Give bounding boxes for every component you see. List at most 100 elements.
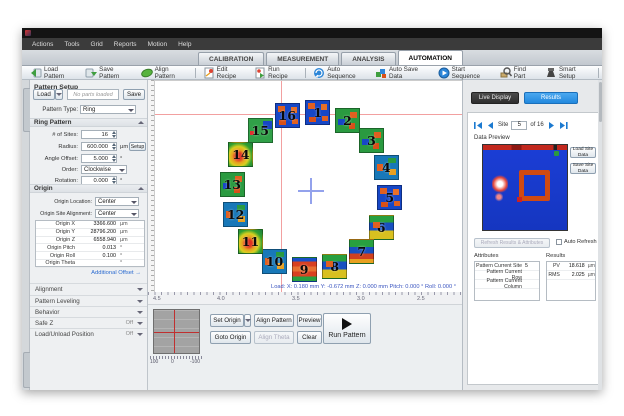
menu-item-actions[interactable]: Actions bbox=[32, 41, 53, 48]
field-label: Origin Site Alignment: bbox=[30, 211, 92, 217]
last-site-icon[interactable] bbox=[559, 121, 568, 130]
previous-site-icon[interactable] bbox=[486, 121, 495, 130]
setup-button[interactable]: Setup bbox=[129, 142, 146, 151]
additional-offset-link[interactable]: Additional Offset → bbox=[91, 270, 141, 276]
save-pattern-button[interactable]: Save Pattern bbox=[81, 65, 136, 81]
loaded-file-field[interactable]: No parts loaded bbox=[67, 89, 119, 100]
pattern-site-1[interactable]: 1 bbox=[305, 100, 330, 125]
smart-setup-button[interactable]: Smart Setup bbox=[541, 65, 595, 81]
auto-save-data-button[interactable]: Auto Save Data bbox=[371, 65, 434, 81]
pattern-site-5[interactable]: 5 bbox=[377, 185, 402, 210]
pattern-type-select[interactable]: Ring bbox=[80, 105, 136, 114]
pattern-site-2[interactable]: 2 bbox=[335, 108, 360, 133]
stage-navigator[interactable] bbox=[153, 309, 200, 354]
menu-item-tools[interactable]: Tools bbox=[64, 41, 79, 48]
align-pattern-button[interactable]: Align Pattern bbox=[137, 65, 192, 81]
save-site-data-button[interactable]: Save Site Data bbox=[570, 163, 596, 174]
spinner-icon[interactable] bbox=[111, 177, 117, 184]
load-pattern-button[interactable]: Load Pattern bbox=[26, 65, 81, 81]
pattern-site-6[interactable]: 6 bbox=[369, 215, 394, 240]
load-dropdown-arrow[interactable] bbox=[55, 89, 63, 100]
app-icon bbox=[25, 30, 31, 36]
spin-up-icon[interactable] bbox=[112, 155, 116, 158]
side-tab-top[interactable] bbox=[23, 88, 30, 132]
menu-item-help[interactable]: Help bbox=[178, 41, 191, 48]
align-theta-button[interactable]: Align Theta bbox=[254, 331, 294, 344]
origin-section-header[interactable]: Origin bbox=[30, 184, 148, 193]
result-label: PV bbox=[547, 263, 563, 269]
origin-select[interactable]: Center bbox=[95, 209, 139, 218]
preview-button[interactable]: Preview bbox=[297, 314, 322, 327]
spin-down-icon[interactable] bbox=[112, 147, 116, 150]
origin-select[interactable]: Center bbox=[95, 197, 139, 206]
section-label: Safe Z bbox=[35, 320, 53, 327]
auto-sequence-button[interactable]: Auto Sequence bbox=[309, 65, 371, 81]
attribute-label: Pattern Current Column bbox=[475, 278, 525, 290]
menu-item-reports[interactable]: Reports bbox=[114, 41, 137, 48]
collapse-icon bbox=[138, 187, 144, 190]
pattern-site-13[interactable]: 13 bbox=[220, 172, 245, 197]
refresh-results-button[interactable]: Refresh Results & Attributes bbox=[474, 238, 550, 248]
tab-automation[interactable]: AUTOMATION bbox=[398, 50, 463, 65]
pattern-site-15[interactable]: 15 bbox=[248, 118, 273, 143]
order-select[interactable]: Clockwise bbox=[81, 165, 127, 174]
set-origin-dropdown[interactable] bbox=[244, 314, 251, 327]
goto-origin-button[interactable]: Goto Origin bbox=[210, 331, 251, 344]
live-display-button[interactable]: Live Display bbox=[471, 92, 519, 104]
tab-measurement[interactable]: MEASUREMENT bbox=[266, 52, 339, 65]
pattern-site-8[interactable]: 8 bbox=[322, 254, 347, 279]
section-safe-z[interactable]: Safe ZOff bbox=[30, 317, 148, 328]
section-right: Off bbox=[126, 331, 143, 337]
pattern-site-16[interactable]: 16 bbox=[275, 103, 300, 128]
toolbar-label: Start Sequence bbox=[452, 66, 492, 80]
result-row: PV18.618µm bbox=[547, 262, 595, 271]
spin-up-icon[interactable] bbox=[112, 143, 116, 146]
pattern-site-9[interactable]: 9 bbox=[292, 257, 317, 282]
edit-recipe-button[interactable]: Edit Recipe bbox=[199, 65, 250, 81]
load-button[interactable]: Load bbox=[33, 89, 55, 100]
next-site-icon[interactable] bbox=[547, 121, 556, 130]
pattern-site-12[interactable]: 12 bbox=[223, 202, 248, 227]
side-tab-bottom[interactable] bbox=[23, 352, 30, 388]
pattern-site-10[interactable]: 10 bbox=[262, 249, 287, 274]
spin-up-icon[interactable] bbox=[112, 177, 116, 180]
ring-pattern-section-header[interactable]: Ring Pattern bbox=[30, 118, 148, 127]
results-button[interactable]: Results bbox=[524, 92, 578, 104]
run-recipe-button[interactable]: Run Recipe bbox=[250, 65, 302, 81]
pattern-site-7[interactable]: 7 bbox=[349, 239, 374, 264]
save-button[interactable]: Save bbox=[123, 89, 145, 100]
spin-down-icon[interactable] bbox=[112, 135, 116, 138]
align-pattern-button[interactable]: Align Pattern bbox=[254, 314, 294, 327]
section-behavior[interactable]: Behavior bbox=[30, 306, 148, 317]
set-origin-button[interactable]: Set Origin bbox=[210, 314, 244, 327]
pattern-site-3[interactable]: 3 bbox=[359, 128, 384, 153]
site-number-input[interactable]: 5 bbox=[511, 121, 527, 130]
spinner-icon[interactable] bbox=[111, 143, 117, 150]
auto-refresh-checkbox[interactable] bbox=[556, 239, 562, 245]
origin-table-row: Origin X3366.600µm bbox=[36, 221, 144, 229]
scrollbar-thumb[interactable] bbox=[599, 82, 602, 122]
spinner-icon[interactable] bbox=[111, 155, 117, 162]
first-site-icon[interactable] bbox=[474, 121, 483, 130]
section-alignment[interactable]: Alignment bbox=[30, 283, 148, 294]
pattern-site-14[interactable]: 14 bbox=[228, 142, 253, 167]
scrollbar[interactable] bbox=[598, 80, 602, 390]
spin-down-icon[interactable] bbox=[112, 159, 116, 162]
menu-item-grid[interactable]: Grid bbox=[91, 41, 103, 48]
menu-item-motion[interactable]: Motion bbox=[148, 41, 168, 48]
pattern-site-11[interactable]: 11 bbox=[238, 229, 263, 254]
spinner-icon[interactable] bbox=[111, 131, 117, 138]
find-part-button[interactable]: Find Part bbox=[496, 65, 541, 81]
load-site-data-button[interactable]: Load Site Data bbox=[570, 147, 596, 158]
section-load-unload-position[interactable]: Load/Unload PositionOff bbox=[30, 328, 148, 339]
auto-save-data-icon bbox=[375, 67, 387, 79]
clear-button[interactable]: Clear bbox=[297, 331, 322, 344]
start-sequence-button[interactable]: Start Sequence bbox=[434, 65, 496, 81]
spin-up-icon[interactable] bbox=[112, 131, 116, 134]
tab-analysis[interactable]: ANALYSIS bbox=[341, 52, 395, 65]
run-pattern-button[interactable]: Run Pattern bbox=[323, 313, 371, 344]
section-pattern-leveling[interactable]: Pattern Leveling bbox=[30, 295, 148, 306]
pattern-site-4[interactable]: 4 bbox=[374, 155, 399, 180]
pattern-plot[interactable]: 12345678910111213141516 Load: X: 0.180 m… bbox=[155, 80, 462, 292]
tab-calibration[interactable]: CALIBRATION bbox=[198, 52, 264, 65]
